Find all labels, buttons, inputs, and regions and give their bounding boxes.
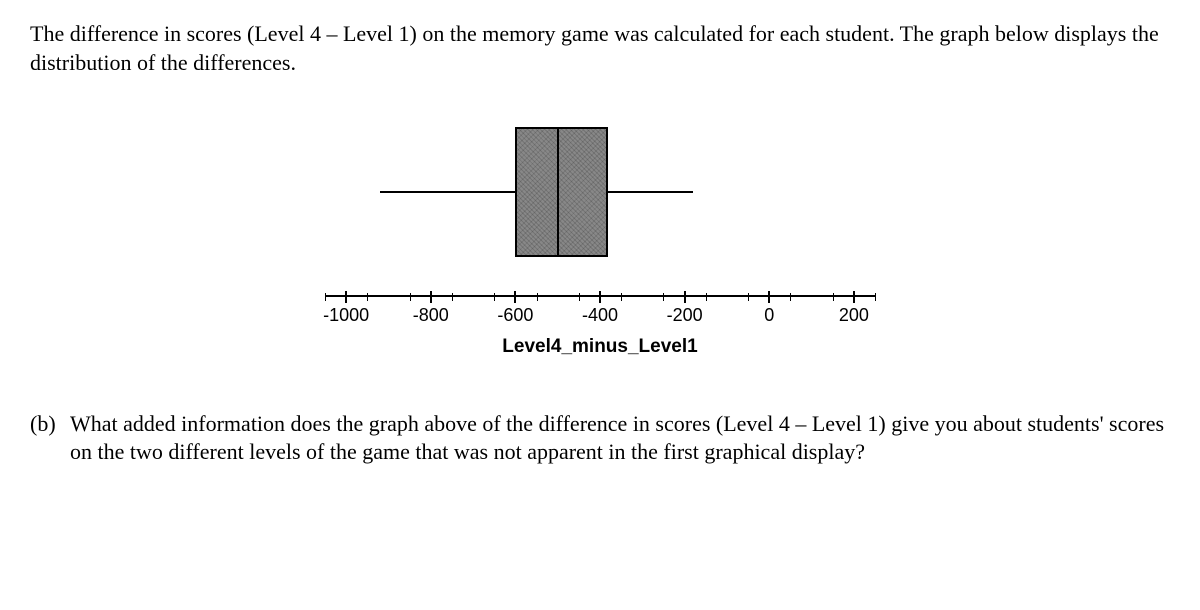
x-axis-label: Level4_minus_Level1 <box>325 335 875 360</box>
tick-label: -200 <box>667 304 703 327</box>
intro-paragraph: The difference in scores (Level 4 – Leve… <box>30 20 1170 77</box>
axis-minor-tick <box>537 293 538 301</box>
axis-minor-tick <box>875 293 876 301</box>
tick-label: -600 <box>497 304 533 327</box>
tick-label: 200 <box>839 304 869 327</box>
axis-minor-tick <box>494 293 495 301</box>
axis-tick <box>768 291 770 303</box>
axis-tick <box>345 291 347 303</box>
axis-minor-tick <box>579 293 580 301</box>
axis-minor-tick <box>452 293 453 301</box>
plot-area: -1000-800-600-400-2000200 <box>325 107 875 297</box>
question-b: (b) What added information does the grap… <box>30 410 1170 467</box>
axis-minor-tick <box>833 293 834 301</box>
whisker-high <box>608 191 693 193</box>
axis-minor-tick <box>706 293 707 301</box>
axis-minor-tick <box>663 293 664 301</box>
whisker-low <box>380 191 515 193</box>
axis-minor-tick <box>410 293 411 301</box>
axis-tick <box>684 291 686 303</box>
tick-label: -400 <box>582 304 618 327</box>
axis-tick <box>514 291 516 303</box>
tick-label: -1000 <box>323 304 369 327</box>
median-line <box>557 127 559 257</box>
axis-tick <box>599 291 601 303</box>
tick-label: 0 <box>764 304 774 327</box>
box-iqr <box>515 127 608 257</box>
tick-label: -800 <box>413 304 449 327</box>
axis-minor-tick <box>621 293 622 301</box>
axis-minor-tick <box>748 293 749 301</box>
question-text: What added information does the graph ab… <box>70 410 1170 467</box>
boxplot-chart: -1000-800-600-400-2000200 Level4_minus_L… <box>325 107 875 360</box>
axis-tick <box>430 291 432 303</box>
axis-minor-tick <box>790 293 791 301</box>
axis-tick <box>853 291 855 303</box>
axis-minor-tick <box>325 293 326 301</box>
question-label: (b) <box>30 410 70 467</box>
axis-minor-tick <box>367 293 368 301</box>
